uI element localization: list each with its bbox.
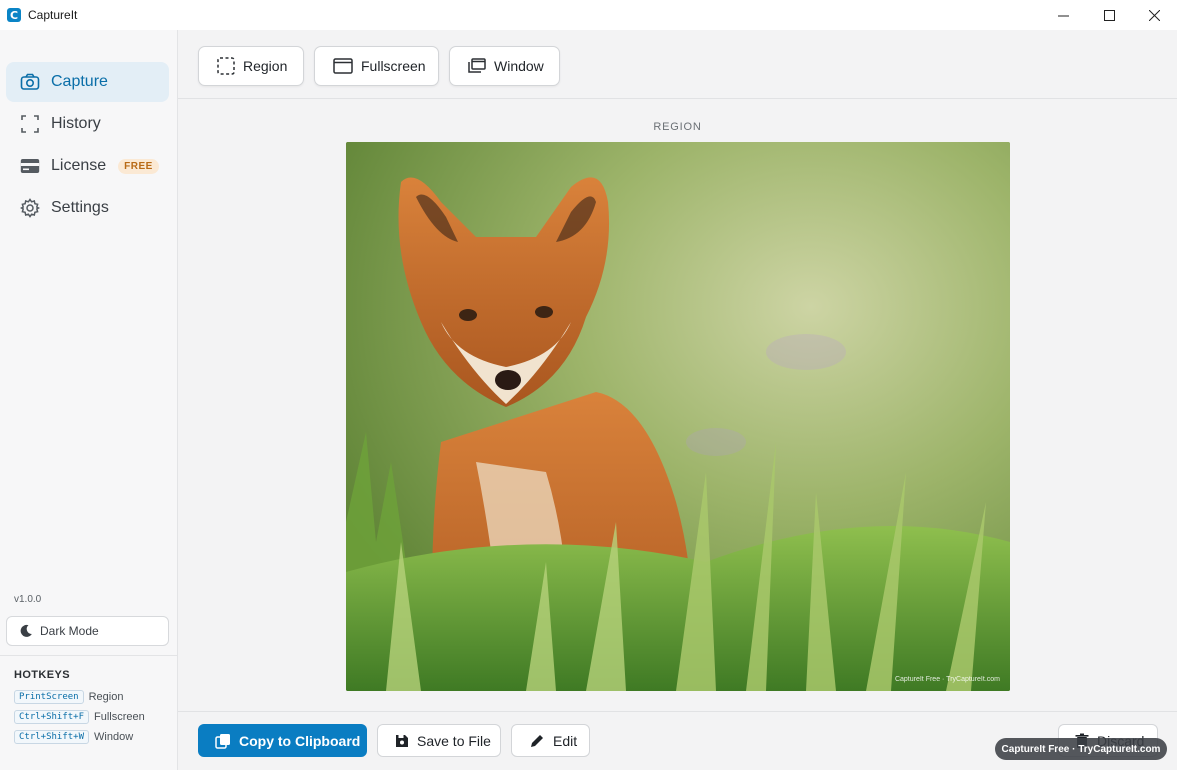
sidebar-item-history[interactable]: History: [6, 104, 169, 144]
sidebar-item-license[interactable]: License FREE: [6, 146, 169, 186]
sidebar-item-label: Settings: [51, 199, 109, 216]
app-logo-icon: C: [7, 8, 21, 22]
region-mode-button[interactable]: Region: [198, 46, 304, 86]
sidebar: Capture History License FREE Settings v1…: [0, 30, 178, 770]
card-icon: [19, 155, 41, 177]
maximize-button[interactable]: [1086, 0, 1132, 30]
hotkey-action: Fullscreen: [94, 711, 145, 723]
copy-to-clipboard-button[interactable]: Copy to Clipboard: [198, 724, 367, 757]
preview-watermark: CaptureIt Free · TryCaptureIt.com: [894, 676, 1000, 683]
camera-icon: [19, 71, 41, 93]
hotkeys-title: HOTKEYS: [14, 669, 70, 681]
hotkey-row: PrintScreen Region: [14, 690, 123, 704]
copy-icon: [215, 733, 230, 749]
window-title: CaptureIt: [28, 8, 78, 22]
copy-label: Copy to Clipboard: [239, 732, 361, 749]
preview-mode-label: REGION: [653, 121, 702, 133]
pencil-icon: [531, 734, 543, 747]
main-panel: Region Fullscreen Window REGION CaptureI…: [178, 30, 1177, 770]
sidebar-item-settings[interactable]: Settings: [6, 188, 169, 228]
monitor-icon: [333, 58, 353, 74]
windows-stack-icon: [468, 58, 486, 73]
save-label: Save to File: [417, 732, 491, 749]
edit-label: Edit: [553, 732, 578, 749]
moon-icon: [20, 624, 32, 637]
watermark-pill: CaptureIt Free · TryCaptureIt.com: [995, 738, 1167, 760]
title-bar: C CaptureIt: [0, 0, 1177, 30]
capture-preview-image: CaptureIt Free · TryCaptureIt.com: [346, 142, 1010, 691]
close-icon: [1148, 9, 1160, 21]
window-mode-button[interactable]: Window: [449, 46, 560, 86]
window-mode-label: Window: [494, 58, 544, 74]
fullscreen-mode-button[interactable]: Fullscreen: [314, 46, 439, 86]
sidebar-item-label: Capture: [51, 73, 108, 90]
divider: [0, 655, 178, 656]
hotkey-key: PrintScreen: [14, 690, 84, 704]
edit-button[interactable]: Edit: [511, 724, 590, 757]
fullscreen-mode-label: Fullscreen: [361, 58, 426, 74]
save-icon: [396, 734, 408, 747]
dark-mode-label: Dark Mode: [40, 624, 99, 638]
hotkey-key: Ctrl+Shift+F: [14, 710, 90, 724]
free-badge: FREE: [118, 158, 159, 174]
hotkey-key: Ctrl+Shift+W: [14, 730, 90, 744]
maximize-icon: [1103, 9, 1115, 21]
hotkey-action: Window: [94, 731, 134, 743]
sidebar-item-label: License: [51, 157, 107, 174]
hotkey-row: Ctrl+Shift+W Window: [14, 730, 133, 744]
close-button[interactable]: [1131, 0, 1177, 30]
dark-mode-toggle[interactable]: Dark Mode: [6, 616, 169, 646]
hotkey-row: Ctrl+Shift+F Fullscreen: [14, 710, 145, 724]
fox-photo: [346, 142, 1010, 691]
region-mode-label: Region: [243, 58, 288, 74]
hotkey-action: Region: [88, 691, 124, 703]
dashed-square-icon: [217, 57, 235, 75]
minimize-button[interactable]: [1040, 0, 1086, 30]
save-to-file-button[interactable]: Save to File: [377, 724, 501, 757]
minimize-icon: [1057, 15, 1069, 16]
gear-icon: [19, 197, 41, 219]
version-label: v1.0.0: [14, 594, 42, 605]
crop-frame-icon: [19, 113, 41, 135]
sidebar-item-label: History: [51, 115, 101, 132]
capture-mode-toolbar: Region Fullscreen Window: [178, 30, 1177, 99]
sidebar-item-capture[interactable]: Capture: [6, 62, 169, 102]
